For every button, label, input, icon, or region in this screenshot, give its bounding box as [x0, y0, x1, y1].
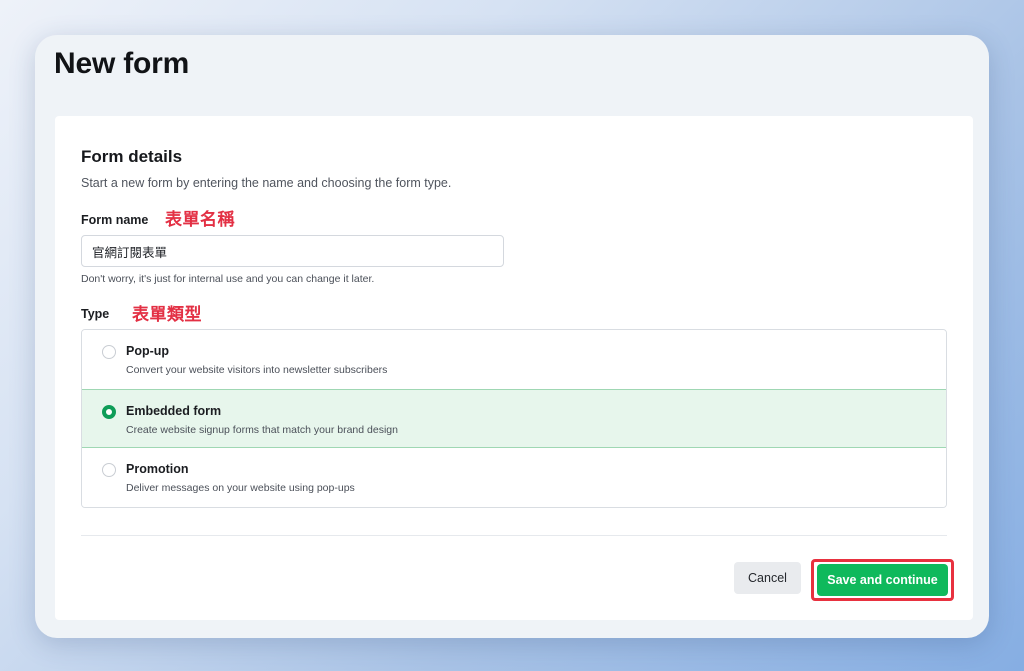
type-annotation: 表單類型 [132, 305, 202, 324]
footer-divider [81, 535, 947, 536]
radio-checked-icon[interactable] [102, 404, 116, 419]
type-option-description: Convert your website visitors into newsl… [126, 364, 388, 376]
type-option-title: Promotion [126, 462, 189, 477]
section-subtitle: Start a new form by entering the name an… [81, 176, 452, 190]
type-radio-group: Pop-up Convert your website visitors int… [81, 329, 947, 508]
section-title: Form details [81, 147, 183, 166]
type-option-title: Pop-up [126, 344, 170, 358]
form-name-label: Form name [81, 213, 149, 227]
form-name-annotation: 表單名稱 [165, 210, 235, 229]
radio-unchecked-icon[interactable] [102, 345, 116, 359]
type-option-popup[interactable]: Pop-up Convert your website visitors int… [82, 330, 946, 390]
cancel-button[interactable]: Cancel [734, 562, 801, 594]
radio-unchecked-icon[interactable] [102, 463, 116, 478]
form-details-card: Form details Start a new form by enterin… [55, 116, 973, 620]
form-name-helper-text: Don't worry, it's just for internal use … [81, 273, 375, 285]
type-option-promotion[interactable]: Promotion Deliver messages on your websi… [82, 448, 946, 507]
type-option-embedded-form[interactable]: Embedded form Create website signup form… [82, 388, 946, 449]
page-title: New form [54, 47, 190, 80]
save-and-continue-button[interactable]: Save and continue [817, 564, 948, 596]
save-button-highlight: Save and continue [811, 559, 954, 601]
app-window: New form Form details Start a new form b… [35, 35, 989, 638]
type-label: Type [81, 307, 110, 321]
form-name-input[interactable] [81, 235, 504, 267]
type-option-description: Deliver messages on your website using p… [126, 482, 355, 495]
type-option-description: Create website signup forms that match y… [126, 423, 398, 436]
type-option-title: Embedded form [126, 403, 222, 418]
